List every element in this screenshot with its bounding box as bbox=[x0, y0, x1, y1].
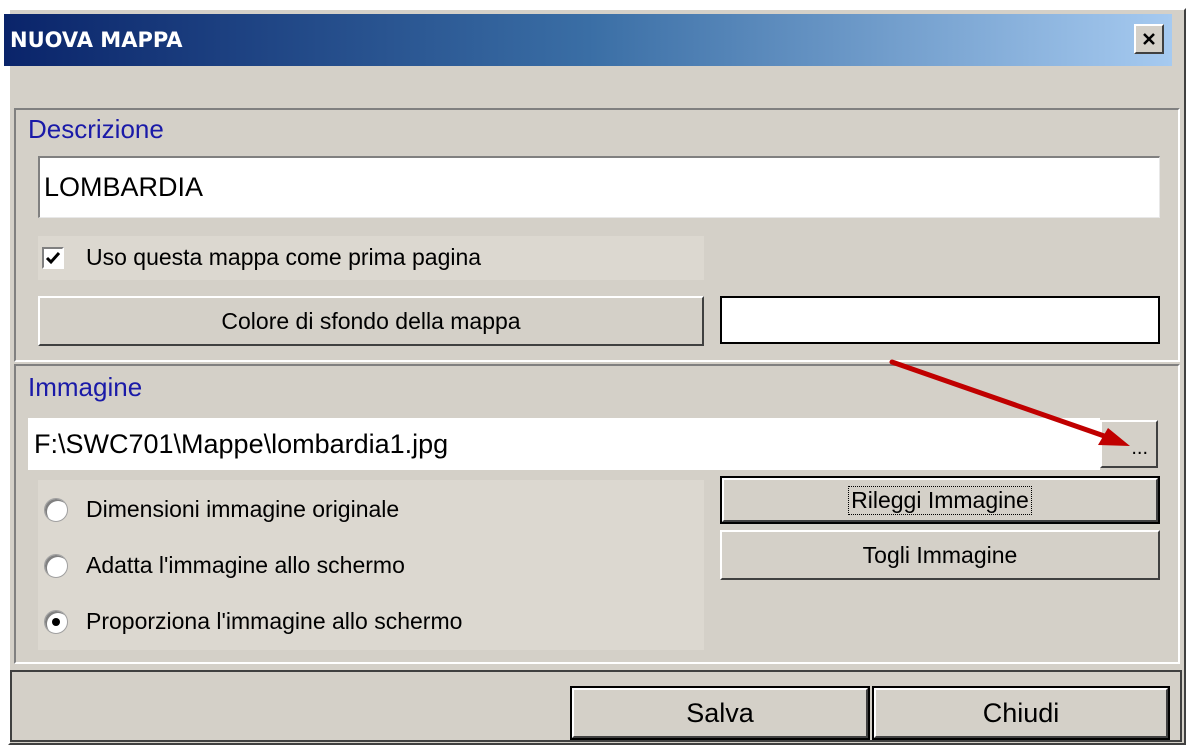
reload-image-button-label: Rileggi Immagine bbox=[848, 485, 1032, 515]
remove-image-button[interactable]: Togli Immagine bbox=[720, 530, 1160, 580]
background-color-button[interactable]: Colore di sfondo della mappa bbox=[38, 296, 704, 346]
radio-original-size[interactable] bbox=[44, 498, 68, 522]
radio-proportional-screen[interactable] bbox=[44, 610, 68, 634]
image-path-input[interactable]: F:\SWC701\Mappe\lombardia1.jpg bbox=[28, 418, 1100, 470]
close-window-button[interactable] bbox=[1134, 24, 1164, 54]
close-button[interactable]: Chiudi bbox=[872, 686, 1170, 740]
first-page-checkbox[interactable] bbox=[42, 247, 64, 269]
close-icon bbox=[1143, 33, 1155, 45]
reload-image-button[interactable]: Rileggi Immagine bbox=[720, 476, 1160, 524]
radio-selected-dot bbox=[52, 618, 60, 626]
browse-image-button[interactable]: ... bbox=[1100, 420, 1158, 468]
radio-fit-screen[interactable] bbox=[44, 554, 68, 578]
save-button[interactable]: Salva bbox=[570, 686, 870, 740]
background-color-swatch[interactable] bbox=[720, 296, 1160, 344]
radio-original-size-label: Dimensioni immagine originale bbox=[86, 496, 400, 522]
radio-fit-screen-label: Adatta l'immagine allo schermo bbox=[86, 552, 405, 578]
first-page-checkbox-label: Uso questa mappa come prima pagina bbox=[86, 244, 482, 270]
immagine-section-label: Immagine bbox=[28, 372, 143, 402]
description-input[interactable]: LOMBARDIA bbox=[38, 156, 1160, 218]
title-bar[interactable]: NUOVA MAPPA bbox=[4, 14, 1172, 66]
descrizione-section-label: Descrizione bbox=[28, 114, 164, 144]
radio-proportional-screen-label: Proporziona l'immagine allo schermo bbox=[86, 608, 463, 634]
checkmark-icon bbox=[45, 252, 61, 265]
window-title: NUOVA MAPPA bbox=[10, 28, 183, 52]
